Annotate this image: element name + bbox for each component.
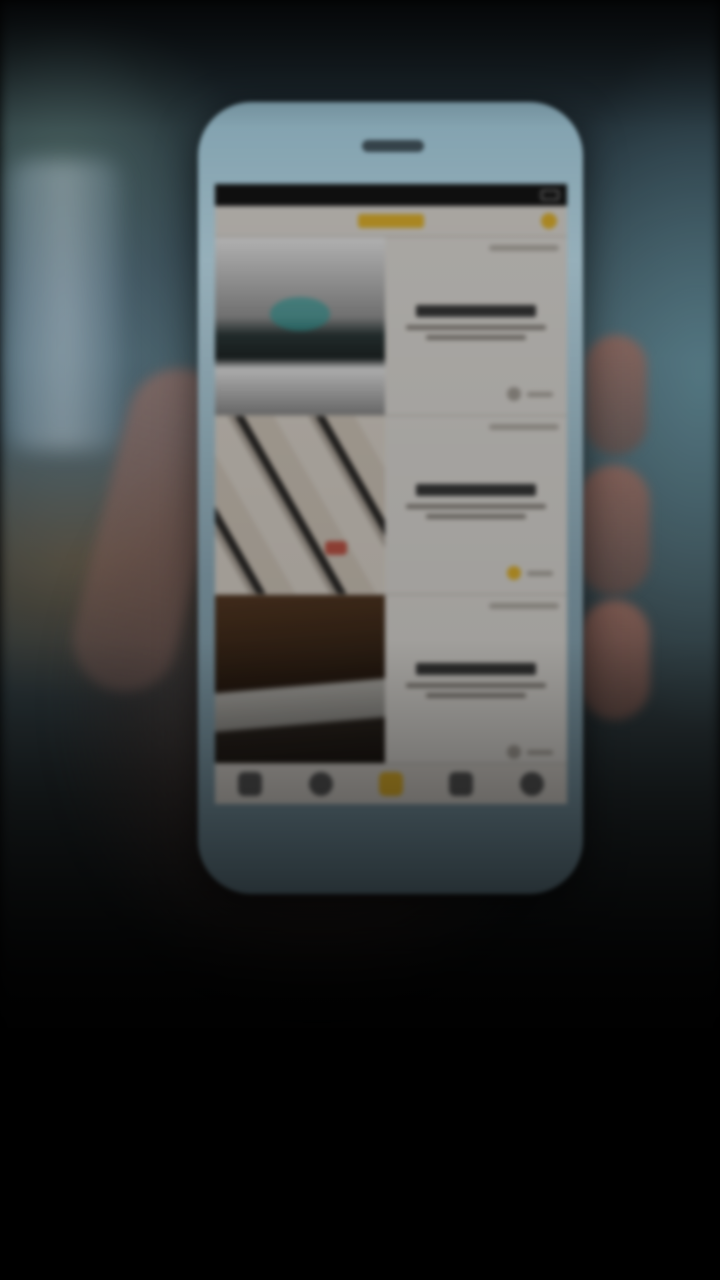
finger	[578, 465, 650, 595]
desk-photo	[215, 595, 385, 773]
user-icon	[519, 772, 544, 796]
card-excerpt	[426, 693, 526, 698]
rolls-photo	[215, 416, 385, 594]
battery-icon	[541, 190, 559, 200]
feed-card	[215, 237, 567, 416]
card-date	[489, 603, 559, 609]
sneaker-photo	[215, 237, 385, 415]
heart-icon	[507, 745, 521, 759]
app-header	[215, 206, 567, 237]
feed-card	[215, 416, 567, 595]
card-title	[416, 305, 536, 317]
phone-speaker	[362, 140, 424, 152]
like-count	[527, 749, 553, 755]
splash-background	[0, 0, 720, 1280]
feed-list	[215, 237, 567, 774]
home-icon	[238, 772, 263, 796]
phone-screen	[215, 184, 567, 804]
card-date	[489, 424, 559, 430]
like-count	[527, 391, 553, 397]
heart-icon	[507, 566, 521, 580]
card-excerpt	[426, 335, 526, 340]
card-like	[507, 566, 553, 580]
search-icon	[308, 772, 333, 796]
card-body	[385, 595, 567, 773]
card-like	[507, 387, 553, 401]
card-excerpt	[406, 504, 546, 509]
finger	[580, 600, 650, 720]
card-body	[385, 416, 567, 594]
like-count	[527, 570, 553, 576]
card-title	[416, 663, 536, 675]
card-title	[416, 484, 536, 496]
card-excerpt	[426, 514, 526, 519]
bag-icon	[449, 772, 474, 796]
feed-card	[215, 595, 567, 774]
card-like	[507, 745, 553, 759]
card-excerpt	[406, 325, 546, 330]
heart-icon	[507, 387, 521, 401]
status-bar	[215, 184, 567, 206]
card-body	[385, 237, 567, 415]
profile-icon	[541, 213, 557, 229]
tab-bar	[215, 763, 567, 804]
brand-logo-icon	[358, 214, 424, 228]
finger	[585, 335, 647, 455]
feed-icon	[378, 772, 403, 796]
card-date	[489, 245, 559, 251]
card-excerpt	[406, 683, 546, 688]
